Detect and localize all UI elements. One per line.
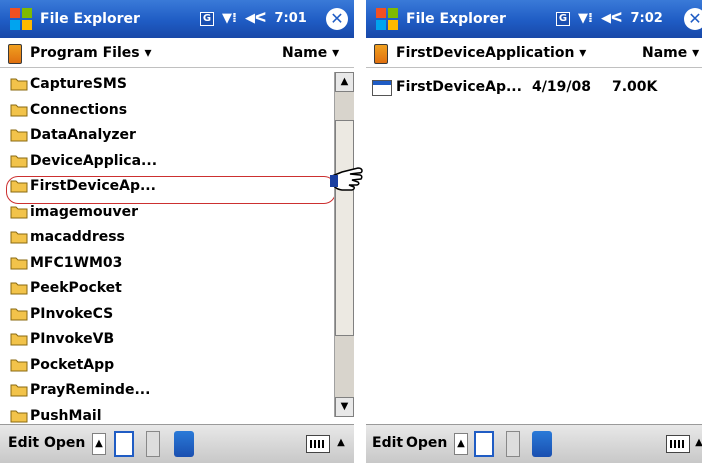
signal-icon: ▼⁞ [222,11,237,26]
scroll-up-button[interactable]: ▲ [335,72,354,92]
left-screen: File Explorer G ▼⁞ ◀ᐸ 7:01 ✕ Program Fil… [0,0,354,463]
folder-name: Connections [30,101,128,118]
up-arrow-button[interactable]: ▲ [454,433,468,455]
device-view-icon[interactable] [114,431,134,457]
folder-icon [10,410,28,422]
edit-menu[interactable]: Edit [8,435,39,451]
file-size: 7.00K [612,79,658,95]
list-item[interactable]: CaptureSMS [0,72,334,98]
status-area[interactable]: G ▼⁞ ◀ᐸ 7:01 [200,11,307,26]
scroll-thumb[interactable] [335,120,354,336]
list-item[interactable]: MFC1WM03 [0,251,334,277]
folder-list: CaptureSMS Connections DataAnalyzer DeviceA… [0,72,334,429]
list-item[interactable]: PInvokeVB [0,327,334,353]
keyboard-icon[interactable] [306,435,330,453]
file-date: 4/19/08 [532,79,591,95]
folder-icon [10,308,28,320]
list-item[interactable]: PrayReminde... [0,378,334,404]
folder-name: DataAnalyzer [30,127,136,143]
title-bar: File Explorer G ▼⁞ ◀ᐸ 7:02 ✕ [366,0,702,38]
folder-icon [10,384,28,397]
menu-bar: Edit Open ▲ ▲ [0,424,354,463]
folder-name: MFC1WM03 [30,254,123,271]
close-icon[interactable]: ✕ [684,8,702,30]
network-share-icon[interactable] [174,431,194,457]
folder-name: PeekPocket [30,280,122,296]
path-bar: Program Files ▾ Name ▾ [0,38,354,68]
folder-name: PushMail [30,407,102,424]
list-item[interactable]: PeekPocket [0,276,334,302]
folder-icon [10,282,28,295]
file-name: FirstDeviceAp... [396,79,522,95]
folder-name: DeviceApplica... [30,152,158,169]
close-icon[interactable]: ✕ [326,8,348,30]
sip-arrow-button[interactable]: ▲ [692,433,702,455]
status-area[interactable]: G ▼⁞ ◀ᐸ 7:02 [556,11,663,26]
windows-start-icon[interactable] [374,6,400,32]
sort-label: Name [282,45,328,61]
folder-icon [10,129,28,142]
folder-path-dropdown[interactable]: FirstDeviceApplication ▾ [396,45,586,61]
clock: 7:01 [274,11,307,26]
network-share-icon[interactable] [532,431,552,457]
list-item[interactable]: DeviceApplica... [0,149,334,175]
volume-icon: ◀ᐸ [244,11,267,26]
device-view-icon[interactable] [474,431,494,457]
list-item[interactable]: Connections [0,98,334,124]
selected-item-highlight [6,176,336,204]
folder-icon [10,155,28,167]
scroll-down-button[interactable]: ▼ [335,397,354,417]
volume-icon: ◀ᐸ [600,11,623,26]
list-item[interactable]: PInvokeCS [0,302,334,328]
path-bar: FirstDeviceApplication ▾ Name ▾ [366,38,702,68]
device-icon [374,44,388,64]
application-file-icon [372,80,392,96]
list-item[interactable]: DataAnalyzer [0,123,334,149]
folder-path-label: FirstDeviceApplication [396,45,575,61]
network-g-icon: G [200,11,214,26]
device-icon [8,44,22,64]
folder-path-label: Program Files [30,45,140,61]
signal-icon: ▼⁞ [578,11,593,26]
app-title: File Explorer [406,11,506,27]
menu-bar: Edit Open ▲ ▲ [366,424,702,463]
folder-name: PInvokeCS [30,305,114,322]
list-item[interactable]: macaddress [0,225,334,251]
folder-name: PocketApp [30,356,115,373]
windows-start-icon[interactable] [8,6,34,32]
list-item[interactable]: PocketApp [0,353,334,379]
folder-name: macaddress [30,229,125,245]
sort-label: Name [642,45,688,61]
folder-name: CaptureSMS [30,76,127,92]
open-menu[interactable]: Open [44,435,85,451]
scrollbar[interactable]: ▲ ▼ [334,72,354,417]
folder-icon [10,231,28,244]
right-screen: File Explorer G ▼⁞ ◀ᐸ 7:02 ✕ FirstDevice… [366,0,702,463]
sort-dropdown[interactable]: Name ▾ [642,45,699,61]
sip-arrow-button[interactable]: ▲ [334,433,348,455]
folder-icon [10,257,28,269]
folder-icon [10,359,28,371]
app-title: File Explorer [40,11,140,27]
clock: 7:02 [630,11,663,26]
file-row[interactable]: FirstDeviceAp... 4/19/08 7.00K [372,76,702,100]
folder-name: PrayReminde... [30,382,151,398]
network-g-icon: G [556,11,570,26]
folder-icon [10,104,28,116]
keyboard-icon[interactable] [666,435,690,453]
title-bar: File Explorer G ▼⁞ ◀ᐸ 7:01 ✕ [0,0,354,38]
up-arrow-button[interactable]: ▲ [92,433,106,455]
folder-name: PInvokeVB [30,331,115,347]
storage-card-icon[interactable] [146,431,160,457]
open-menu[interactable]: Open [406,435,447,451]
sort-dropdown[interactable]: Name ▾ [282,45,339,61]
edit-menu[interactable]: Edit [372,435,403,451]
folder-icon [10,333,28,346]
folder-icon [10,206,28,218]
folder-path-dropdown[interactable]: Program Files ▾ [30,45,152,61]
folder-icon [10,78,28,91]
pointer-hand-icon [330,167,363,191]
storage-card-icon[interactable] [506,431,520,457]
folder-name: imagemouver [30,203,139,220]
